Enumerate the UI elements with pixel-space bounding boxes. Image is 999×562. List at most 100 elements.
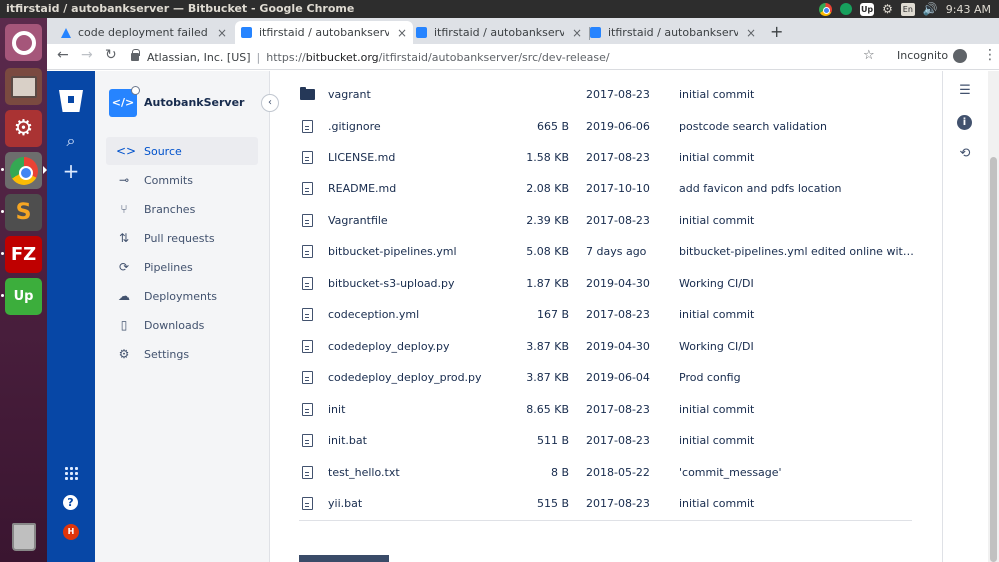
table-row[interactable]: bitbucket-s3-upload.py 1.87 KB 2019-04-3…	[299, 268, 912, 299]
user-avatar[interactable]: H	[63, 524, 79, 540]
file-name-link[interactable]: Vagrantfile	[328, 214, 388, 227]
sidebar-item-source[interactable]: <> Source	[106, 137, 258, 165]
system-settings-icon[interactable]: ⚙	[5, 110, 42, 147]
reload-icon[interactable]: ↻	[105, 47, 117, 63]
new-tab-button[interactable]: +	[770, 22, 783, 41]
chrome-app-icon[interactable]	[5, 152, 42, 189]
commit-message[interactable]: Working CI/DI	[679, 340, 915, 353]
running-indicator	[1, 252, 4, 255]
file-name-link[interactable]: init.bat	[328, 434, 367, 447]
volume-icon[interactable]: 🔊	[923, 2, 938, 16]
table-row[interactable]: LICENSE.md 1.58 KB 2017-08-23 initial co…	[299, 142, 912, 173]
commit-message[interactable]: 'commit_message'	[679, 466, 915, 479]
lock-icon[interactable]	[131, 49, 140, 61]
file-name-link[interactable]: codedeploy_deploy_prod.py	[328, 371, 482, 384]
info-icon[interactable]: i	[957, 115, 972, 130]
sidebar-item-pipelines[interactable]: ⟳ Pipelines	[106, 253, 258, 281]
file-name-link[interactable]: bitbucket-pipelines.yml	[328, 245, 457, 258]
file-name-link[interactable]: codedeploy_deploy.py	[328, 340, 450, 353]
tab-autobankserver-2[interactable]: itfirstaid / autobankserver ×	[410, 21, 588, 44]
tab-code-deployment-failed[interactable]: code deployment failed ×	[55, 21, 233, 44]
table-row[interactable]: Vagrantfile 2.39 KB 2017-08-23 initial c…	[299, 205, 912, 236]
upwork-app-icon[interactable]: Up	[5, 278, 42, 315]
file-name-link[interactable]: LICENSE.md	[328, 151, 395, 164]
commit-message[interactable]: add favicon and pdfs location	[679, 182, 915, 195]
create-plus-icon[interactable]: +	[59, 159, 83, 183]
refresh-icon[interactable]: ⟲	[956, 146, 974, 164]
sidebar-item-downloads[interactable]: ▯ Downloads	[106, 311, 258, 339]
file-name-link[interactable]: init	[328, 403, 345, 416]
commit-message[interactable]: initial commit	[679, 434, 915, 447]
commit-message[interactable]: Working CI/DI	[679, 277, 915, 290]
commit-message[interactable]: initial commit	[679, 214, 915, 227]
table-row[interactable]: init 8.65 KB 2017-08-23 initial commit	[299, 394, 912, 425]
close-icon[interactable]: ×	[572, 26, 582, 40]
file-size: 3.87 KB	[526, 340, 569, 353]
chrome-tray-icon[interactable]	[819, 2, 833, 16]
back-arrow-icon[interactable]: ←	[57, 47, 69, 63]
page-scrollbar[interactable]	[988, 71, 999, 562]
filezilla-icon[interactable]: FZ	[5, 236, 42, 273]
repo-avatar-icon[interactable]: </>	[109, 86, 140, 117]
close-icon[interactable]: ×	[217, 26, 227, 40]
commit-message[interactable]: initial commit	[679, 497, 915, 510]
bitbucket-logo-icon[interactable]	[59, 90, 83, 112]
keyboard-layout-indicator[interactable]: En	[900, 2, 915, 16]
files-app-icon[interactable]	[5, 68, 42, 105]
commit-message[interactable]: bitbucket-pipelines.yml edited online wi…	[679, 245, 915, 258]
help-icon[interactable]: ?	[63, 495, 78, 510]
file-icon	[302, 371, 313, 384]
clock[interactable]: 9:43 AM	[946, 3, 991, 16]
table-row[interactable]: codedeploy_deploy_prod.py 3.87 KB 2019-0…	[299, 362, 912, 393]
table-row[interactable]: test_hello.txt 8 B 2018-05-22 'commit_me…	[299, 457, 912, 488]
file-name-link[interactable]: bitbucket-s3-upload.py	[328, 277, 455, 290]
table-row[interactable]: README.md 2.08 KB 2017-10-10 add favicon…	[299, 173, 912, 204]
commit-message[interactable]: initial commit	[679, 151, 915, 164]
sidebar-item-commits[interactable]: ⊸ Commits	[106, 166, 258, 194]
file-name-link[interactable]: vagrant	[328, 88, 371, 101]
commit-message[interactable]: Prod config	[679, 371, 915, 384]
sidebar-item-deployments[interactable]: ☁ Deployments	[106, 282, 258, 310]
collapse-sidebar-button[interactable]: ‹	[261, 94, 279, 112]
forward-arrow-icon[interactable]: →	[81, 47, 93, 63]
file-name-link[interactable]: codeception.yml	[328, 308, 419, 321]
app-switcher-icon[interactable]	[64, 466, 78, 480]
browser-menu-icon[interactable]: ⋮	[983, 47, 997, 63]
sublime-text-icon[interactable]: S	[5, 194, 42, 231]
ubuntu-dash-icon[interactable]	[5, 24, 42, 61]
incognito-icon[interactable]	[953, 49, 967, 63]
table-row[interactable]: vagrant 2017-08-23 initial commit	[299, 79, 912, 110]
file-name-link[interactable]: .gitignore	[328, 120, 381, 133]
table-row[interactable]: yii.bat 515 B 2017-08-23 initial commit	[299, 488, 912, 519]
file-name-link[interactable]: yii.bat	[328, 497, 362, 510]
commit-message[interactable]: initial commit	[679, 88, 915, 101]
file-tree-toggle-icon[interactable]: ☰	[956, 83, 974, 101]
sidebar-item-pull-requests[interactable]: ⇅ Pull requests	[106, 224, 258, 252]
table-row[interactable]: init.bat 511 B 2017-08-23 initial commit	[299, 425, 912, 456]
tab-autobankserver-3[interactable]: itfirstaid / autobankserver ×	[584, 21, 762, 44]
close-icon[interactable]: ×	[397, 26, 407, 40]
gear-tray-icon[interactable]: ⚙	[882, 2, 893, 16]
table-row[interactable]: codedeploy_deploy.py 3.87 KB 2019-04-30 …	[299, 331, 912, 362]
green-status-tray-icon[interactable]	[840, 3, 853, 15]
commit-message[interactable]: postcode search validation	[679, 120, 915, 133]
trash-icon[interactable]	[5, 518, 42, 555]
scrollbar-thumb[interactable]	[990, 157, 997, 562]
file-name-link[interactable]: README.md	[328, 182, 396, 195]
commit-message[interactable]: initial commit	[679, 403, 915, 416]
repo-name[interactable]: AutobankServer	[144, 96, 244, 109]
tab-autobankserver-active[interactable]: itfirstaid / autobankserver ×	[235, 21, 413, 44]
browser-toolbar: ← → ↻ Atlassian, Inc. [US] | https://bit…	[47, 44, 999, 70]
bookmark-star-icon[interactable]: ☆	[863, 48, 875, 63]
table-row[interactable]: bitbucket-pipelines.yml 5.08 KB 7 days a…	[299, 236, 915, 267]
sidebar-item-settings[interactable]: ⚙ Settings	[106, 340, 258, 368]
sidebar-item-branches[interactable]: ⑂ Branches	[106, 195, 258, 223]
address-bar[interactable]: Atlassian, Inc. [US] | https://bitbucket…	[131, 46, 819, 68]
search-icon[interactable]: ⌕	[59, 131, 83, 151]
table-row[interactable]: codeception.yml 167 B 2017-08-23 initial…	[299, 299, 912, 330]
upwork-tray-icon[interactable]: Up	[860, 2, 875, 16]
file-name-link[interactable]: test_hello.txt	[328, 466, 400, 479]
close-icon[interactable]: ×	[746, 26, 756, 40]
commit-message[interactable]: initial commit	[679, 308, 915, 321]
table-row[interactable]: .gitignore 665 B 2019-06-06 postcode sea…	[299, 111, 912, 142]
